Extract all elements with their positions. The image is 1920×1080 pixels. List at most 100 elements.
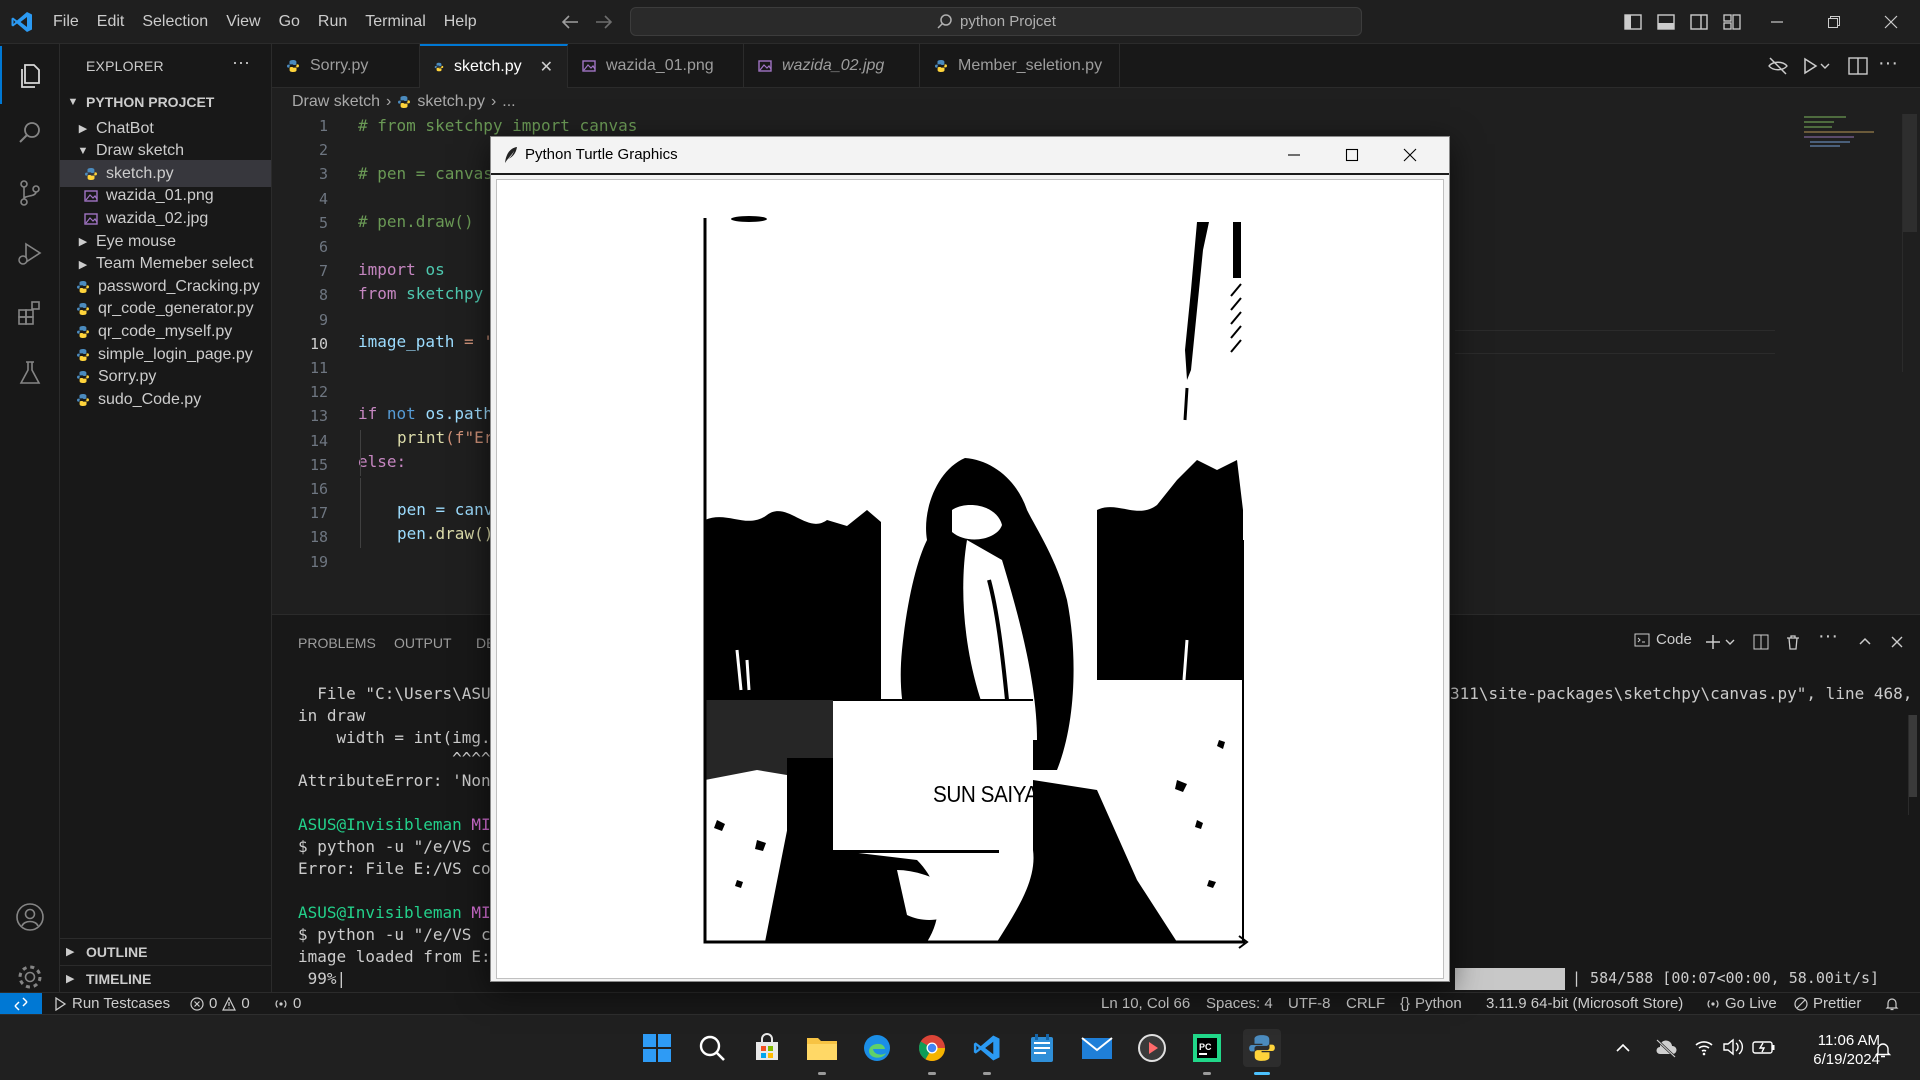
tab-sketch-py[interactable]: sketch.py ✕ <box>420 44 568 88</box>
end-of-line[interactable]: CRLF <box>1346 995 1385 1012</box>
activity-search[interactable] <box>0 104 60 162</box>
close-tab-icon[interactable]: ✕ <box>540 57 553 77</box>
cursor-position[interactable]: Ln 10, Col 66 <box>1101 995 1190 1012</box>
minimize-button[interactable] <box>1748 0 1805 44</box>
minimap[interactable] <box>1788 114 1908 154</box>
forward-arrow-icon[interactable] <box>592 10 616 34</box>
tab-output[interactable]: OUTPUT <box>394 635 452 651</box>
python-file-icon <box>77 371 89 384</box>
more-actions-icon[interactable]: ··· <box>1878 52 1898 75</box>
turtle-window-titlebar[interactable]: Python Turtle Graphics <box>491 137 1449 173</box>
outline-section[interactable]: ▶ OUTLINE <box>60 938 271 964</box>
menu-terminal[interactable]: Terminal <box>356 13 434 31</box>
menu-view[interactable]: View <box>217 13 269 31</box>
tab-member-seletion-py[interactable]: Member_seletion.py <box>920 44 1120 88</box>
notification-bell-icon[interactable] <box>1874 1041 1892 1059</box>
breadcrumb-symbols[interactable]: ... <box>502 93 515 111</box>
menu-go[interactable]: Go <box>270 13 309 31</box>
code-line-7: import os <box>358 260 445 279</box>
turtle-close-button[interactable] <box>1381 137 1439 173</box>
line-number: 2 <box>318 141 328 160</box>
volume-icon[interactable] <box>1722 1037 1744 1057</box>
pycharm-icon: PC <box>1193 1034 1221 1062</box>
more-actions-icon[interactable]: ··· <box>232 52 250 73</box>
toggle-primary-sidebar-icon[interactable] <box>1623 12 1643 32</box>
taskbar-edge[interactable] <box>858 1029 896 1067</box>
indentation[interactable]: Spaces: 4 <box>1206 995 1273 1012</box>
close-window-button[interactable] <box>1862 0 1919 44</box>
tab-wazida-02-jpg[interactable]: wazida_02.jpg <box>744 44 920 88</box>
taskbar-store[interactable] <box>748 1029 786 1067</box>
tab-sorry-py[interactable]: Sorry.py <box>272 44 420 88</box>
activity-source-control[interactable] <box>0 164 60 222</box>
split-editor-icon[interactable] <box>1846 54 1870 78</box>
restore-button[interactable] <box>1805 0 1862 44</box>
menu-file[interactable]: File <box>44 13 88 31</box>
encoding[interactable]: UTF-8 <box>1288 995 1331 1012</box>
taskbar-pycharm[interactable]: PC <box>1188 1029 1226 1075</box>
more-actions-icon[interactable]: ··· <box>1818 625 1838 648</box>
toggle-secondary-sidebar-icon[interactable] <box>1689 12 1709 32</box>
taskbar-media-player[interactable] <box>1133 1029 1171 1067</box>
maximize-panel-icon[interactable] <box>1856 633 1874 651</box>
cloud-off-icon[interactable] <box>1654 1037 1678 1059</box>
activity-testing[interactable] <box>0 344 60 402</box>
terminal-icon <box>1634 633 1650 646</box>
language-mode[interactable]: {} Python <box>1400 995 1462 1012</box>
run-testcases-button[interactable]: Run Testcases <box>54 995 170 1012</box>
toggle-panel-icon[interactable] <box>1656 12 1676 32</box>
tab-problems[interactable]: PROBLEMS <box>298 635 376 651</box>
command-center-search[interactable]: python Projcet <box>630 7 1362 36</box>
trash-icon[interactable] <box>1784 633 1802 651</box>
editor-scrollbar[interactable] <box>1902 114 1917 372</box>
taskbar-mail[interactable] <box>1078 1029 1116 1067</box>
ports-indicator[interactable]: 0 <box>274 995 301 1012</box>
chevron-up-icon[interactable] <box>1614 1039 1632 1057</box>
back-arrow-icon[interactable] <box>558 10 582 34</box>
file-sudo-code-py[interactable]: sudo_Code.py <box>60 386 271 413</box>
activity-extensions[interactable] <box>0 284 60 342</box>
menu-selection[interactable]: Selection <box>133 13 217 31</box>
battery-charging-icon[interactable] <box>1752 1038 1776 1056</box>
workspace-root[interactable]: ▼ PYTHON PROJCET <box>60 88 271 115</box>
timeline-section[interactable]: ▶ TIMELINE <box>60 965 271 991</box>
taskbar-search[interactable] <box>693 1029 731 1067</box>
taskbar-file-explorer[interactable] <box>803 1029 841 1075</box>
breadcrumb-folder[interactable]: Draw sketch <box>292 93 380 111</box>
taskbar-python-turtle[interactable] <box>1243 1029 1281 1075</box>
turtle-maximize-button[interactable] <box>1323 137 1381 173</box>
breadcrumb-file[interactable]: sketch.py <box>417 93 485 111</box>
start-button[interactable] <box>638 1029 676 1067</box>
system-clock[interactable]: 11:06 AM 6/19/2024 <box>1780 1031 1880 1069</box>
split-terminal-icon[interactable] <box>1752 633 1770 651</box>
remote-indicator[interactable] <box>0 993 42 1015</box>
close-panel-icon[interactable] <box>1888 633 1906 651</box>
terminal-line: image loaded from E:\ <box>298 947 501 966</box>
wifi-icon[interactable] <box>1694 1037 1714 1057</box>
bell-icon[interactable] <box>1884 996 1900 1012</box>
activity-explorer[interactable] <box>0 46 60 104</box>
activity-run-debug[interactable] <box>0 224 60 282</box>
menu-run[interactable]: Run <box>309 13 356 31</box>
customize-layout-icon[interactable] <box>1722 12 1742 32</box>
prettier-icon <box>1794 996 1808 1011</box>
prettier-button[interactable]: Prettier <box>1794 995 1861 1012</box>
taskbar-notepad[interactable] <box>1023 1029 1061 1067</box>
menu-edit[interactable]: Edit <box>88 13 134 31</box>
chevron-down-icon[interactable] <box>1724 635 1736 649</box>
eye-closed-icon[interactable] <box>1766 54 1790 78</box>
go-live-button[interactable]: Go Live <box>1706 995 1777 1012</box>
terminal-scrollbar[interactable] <box>1908 715 1918 815</box>
chevron-down-icon[interactable] <box>1818 54 1832 78</box>
turtle-minimize-button[interactable] <box>1265 137 1323 173</box>
problems-indicator[interactable]: 0 0 <box>190 995 250 1012</box>
python-interpreter[interactable]: 3.11.9 64-bit (Microsoft Store) <box>1486 995 1683 1012</box>
activity-accounts[interactable] <box>0 888 60 946</box>
menu-help[interactable]: Help <box>435 13 486 31</box>
terminal-selector[interactable]: Code <box>1634 631 1692 648</box>
tab-wazida-01-png[interactable]: wazida_01.png <box>568 44 744 88</box>
turtle-canvas[interactable]: SUN SAIYAN <box>496 179 1444 979</box>
taskbar-vscode[interactable] <box>968 1029 1006 1075</box>
taskbar-chrome[interactable] <box>913 1029 951 1075</box>
plus-icon[interactable] <box>1704 633 1722 651</box>
